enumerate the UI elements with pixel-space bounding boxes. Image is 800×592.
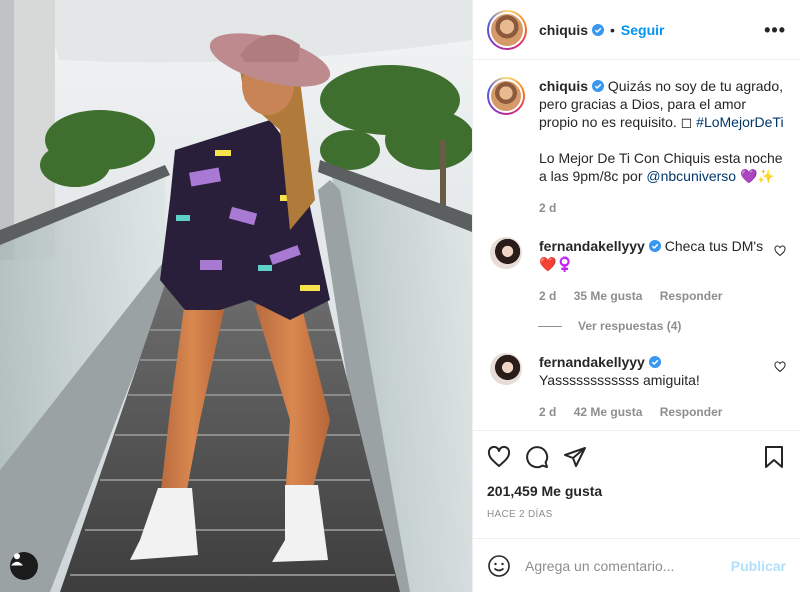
author-username[interactable]: chiquis <box>539 22 588 38</box>
follow-button[interactable]: Seguir <box>621 22 665 38</box>
verified-badge-icon <box>592 80 605 92</box>
comment-like-icon[interactable] <box>774 361 786 373</box>
more-options-button[interactable]: ••• <box>764 21 786 39</box>
add-comment-bar: Publicar <box>473 538 800 592</box>
caption-time[interactable]: 2 d <box>539 201 556 215</box>
view-replies-button[interactable]: Ver respuestas (4) <box>538 319 786 333</box>
comments-list[interactable]: chiquis Quizás no soy de tu agrado, pero… <box>473 61 800 429</box>
view-replies-label: Ver respuestas (4) <box>578 319 682 333</box>
caption-username[interactable]: chiquis <box>539 78 588 94</box>
user-tag-icon <box>11 553 23 566</box>
verified-badge-icon <box>648 240 661 252</box>
comment-time[interactable]: 2 d <box>539 405 556 419</box>
post-actions-area: 201,459 Me gusta HACE 2 DÍAS <box>473 430 800 520</box>
post-header: chiquis • Seguir ••• <box>473 0 800 60</box>
caption-hashtag-link[interactable]: #LoMejorDeTi <box>696 114 783 130</box>
caption-emoji: 💜✨ <box>736 168 775 184</box>
heart-icon <box>487 445 511 467</box>
reply-button[interactable]: Responder <box>660 289 723 303</box>
paper-plane-icon <box>564 447 586 467</box>
post-details-panel: chiquis • Seguir ••• chiquis Quizás no s… <box>472 0 800 592</box>
reply-button[interactable]: Responder <box>660 405 723 419</box>
like-button[interactable] <box>487 445 511 469</box>
user-tag-button[interactable] <box>10 552 38 580</box>
separator-dot: • <box>610 21 615 38</box>
commenter-avatar[interactable] <box>490 237 522 269</box>
comment-likes[interactable]: 35 Me gusta <box>574 289 643 303</box>
verified-badge-icon <box>592 23 605 36</box>
smiley-icon <box>488 554 510 577</box>
comment-icon <box>526 446 549 469</box>
comment-item: fernandakellyyy Yassssssssssss amiguita!… <box>487 353 786 421</box>
share-button[interactable] <box>563 445 587 469</box>
bookmark-icon <box>765 446 783 468</box>
likes-count[interactable]: 201,459 Me gusta <box>487 483 786 499</box>
replies-divider <box>538 325 562 327</box>
caption-author-avatar[interactable] <box>487 77 525 115</box>
save-button[interactable] <box>762 445 786 469</box>
comment-button[interactable] <box>525 445 549 469</box>
comment-username[interactable]: fernandakellyyy <box>539 238 645 254</box>
comment-likes[interactable]: 42 Me gusta <box>574 405 643 419</box>
publish-button[interactable]: Publicar <box>731 558 786 574</box>
post-photo[interactable] <box>0 0 472 592</box>
caption-mention-link[interactable]: @nbcuniverso <box>646 168 736 184</box>
commenter-avatar[interactable] <box>490 353 522 385</box>
comment-username[interactable]: fernandakellyyy <box>539 354 645 370</box>
comment-like-icon[interactable] <box>774 245 786 257</box>
comment-text: Yassssssssssss amiguita! <box>539 372 700 388</box>
verified-badge-icon <box>648 356 661 368</box>
escalator-photo-illustration <box>0 0 472 592</box>
post-timestamp[interactable]: HACE 2 DÍAS <box>487 509 786 520</box>
action-bar <box>487 431 786 483</box>
author-avatar[interactable] <box>487 9 527 50</box>
comment-item: fernandakellyyy Checa tus DM's ❤️♀️ 2 d … <box>487 237 786 305</box>
comment-time[interactable]: 2 d <box>539 289 556 303</box>
comment-input[interactable] <box>525 557 731 574</box>
post-caption: chiquis Quizás no soy de tu agrado, pero… <box>487 77 786 217</box>
emoji-button[interactable] <box>487 554 511 578</box>
